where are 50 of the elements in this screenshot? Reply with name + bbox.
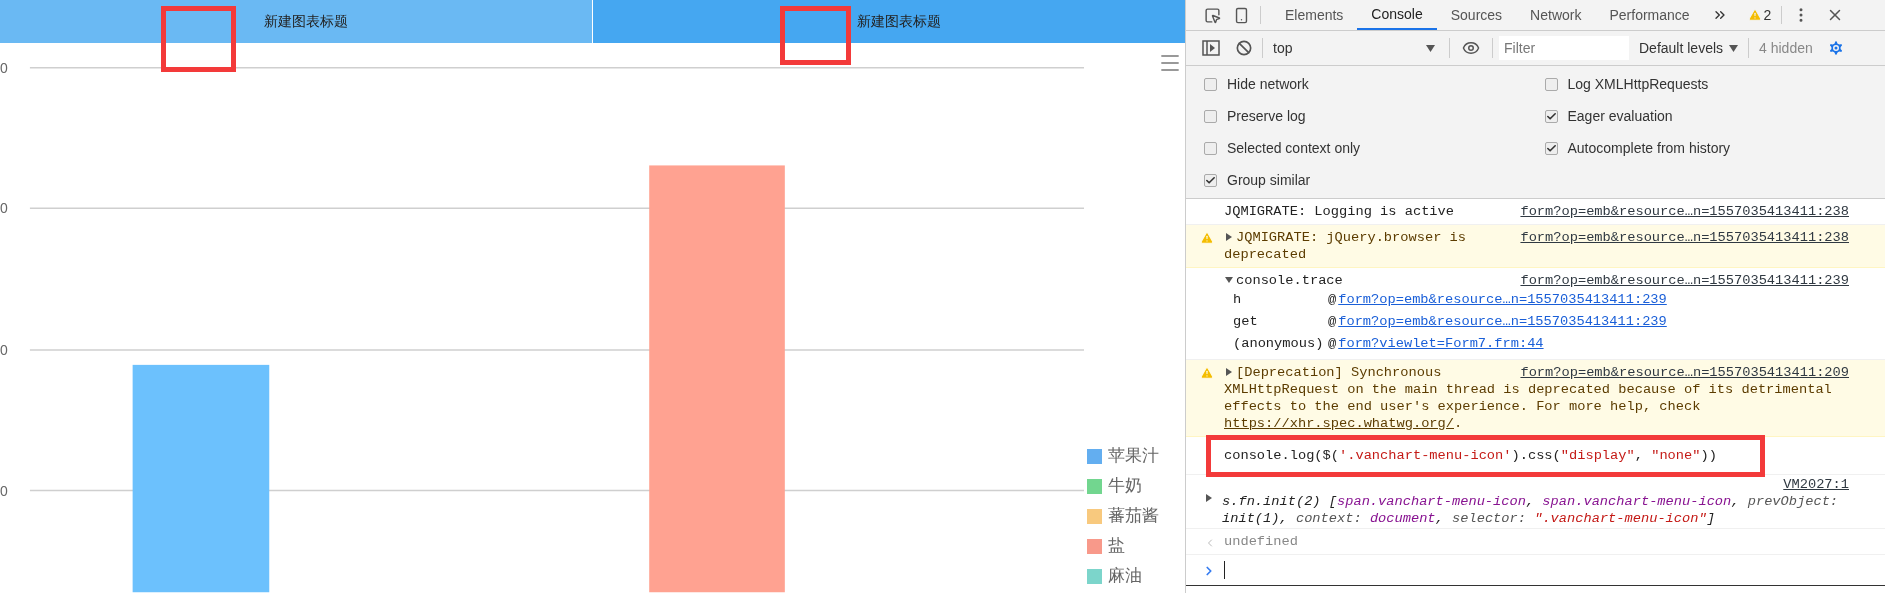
source-link[interactable]: form?op=emb&resource…n=1557035413411:239	[1520, 272, 1849, 289]
setting-checkbox[interactable]: Group similar	[1204, 164, 1545, 196]
filter-field[interactable]: Filter	[1499, 36, 1629, 60]
devtools-tab[interactable]: Network	[1516, 0, 1596, 30]
return-value: undefined	[1224, 533, 1298, 550]
at-sign: @	[1328, 313, 1337, 331]
result-object: s.fn.init(2) [span.vanchart-menu-icon, span.vanchart-menu-icon, prevObject: init(1), context: document, selector: ".vanchart-menu-icon"]	[1222, 494, 1840, 526]
chart-title: 新建图表标题	[857, 12, 941, 31]
legend-label[interactable]: 苹果汁	[1108, 443, 1159, 469]
warning-message: XMLHttpRequest on the main thread is deprecated because of its detrimental effects to the end user's experience. For more help, check https://xhr.spec.whatwg.org/.	[1224, 381, 1833, 432]
log-message: JQMIGRATE: Logging is active	[1224, 203, 1455, 220]
at-sign: @	[1328, 335, 1337, 353]
legend-label[interactable]: 蕃茄酱	[1108, 503, 1159, 529]
axis-label: 0	[0, 341, 8, 358]
setting-checkbox[interactable]: Selected context only	[1204, 132, 1545, 164]
levels-dropdown[interactable]: Default levels	[1639, 37, 1739, 59]
setting-checkbox[interactable]: Hide network	[1204, 68, 1545, 100]
warning-message: JQMIGRATE: jQuery.browser is deprecated	[1224, 229, 1467, 263]
stack-link[interactable]: form?viewlet=Form7.frm:44	[1338, 333, 1544, 355]
axis-label: 0	[0, 200, 8, 217]
setting-checkbox[interactable]: Log XMLHttpRequests	[1544, 68, 1885, 100]
setting-checkbox[interactable]: Preserve log	[1204, 100, 1545, 132]
axis-label: 0	[0, 482, 8, 499]
setting-checkbox[interactable]: Autocomplete from history	[1544, 132, 1885, 164]
stack-link[interactable]: form?op=emb&resource…n=1557035413411:239	[1338, 311, 1667, 333]
legend-label[interactable]: 麻油	[1108, 563, 1142, 589]
warning-message: [Deprecation] Synchronous	[1224, 364, 1505, 381]
setting-checkbox[interactable]: Eager evaluation	[1544, 100, 1885, 132]
source-link[interactable]: form?op=emb&resource…n=1557035413411:238	[1520, 203, 1849, 220]
devtools-tab[interactable]: Elements	[1271, 0, 1358, 30]
stack-function: (anonymous)	[1233, 335, 1325, 353]
context-select[interactable]: top	[1273, 37, 1443, 59]
axis-label: 0	[0, 59, 8, 76]
devtools-tab[interactable]: Sources	[1436, 0, 1517, 30]
stack-function: get	[1233, 313, 1259, 331]
chart-title: 新建图表标题	[264, 12, 348, 31]
at-sign: @	[1328, 291, 1337, 309]
stack-function: h	[1233, 291, 1243, 309]
hidden-count: 4 hidden	[1759, 38, 1813, 58]
spec-link[interactable]: https://xhr.spec.whatwg.org/	[1224, 416, 1454, 431]
legend-label[interactable]: 牛奶	[1108, 473, 1142, 499]
source-link[interactable]: VM2027:1	[1783, 476, 1849, 493]
legend-label[interactable]: 盐	[1108, 533, 1125, 559]
warning-count[interactable]: 2	[1763, 4, 1772, 26]
trace-title: console.trace	[1224, 272, 1505, 289]
source-link[interactable]: form?op=emb&resource…n=1557035413411:238	[1520, 229, 1849, 263]
command-text: console.log($('.vanchart-menu-icon').css("display", "none"))	[1224, 447, 1717, 464]
stack-link[interactable]: form?op=emb&resource…n=1557035413411:239	[1338, 289, 1667, 311]
source-link[interactable]: form?op=emb&resource…n=1557035413411:209	[1520, 364, 1849, 381]
devtools-tab[interactable]: Performance	[1595, 0, 1704, 30]
